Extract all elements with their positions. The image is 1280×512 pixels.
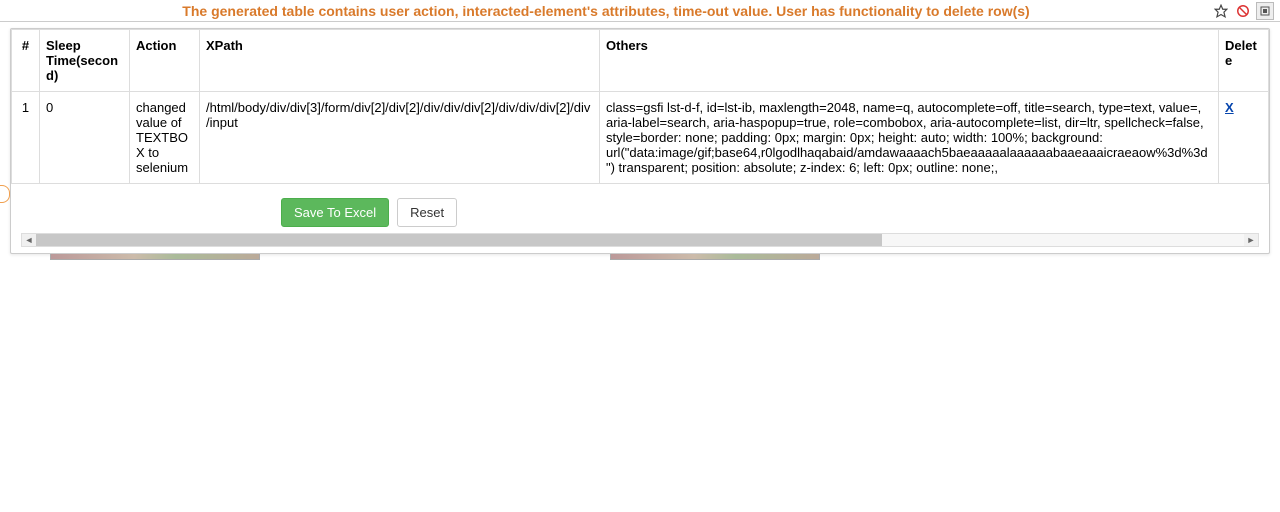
scroll-thumb[interactable] [36,234,882,246]
scroll-track[interactable] [36,234,1244,246]
col-others: Others [600,30,1219,92]
horizontal-scrollbar[interactable]: ◄ ► [21,233,1259,247]
col-sleep: Sleep Time(second) [40,30,130,92]
col-num: # [12,30,40,92]
col-delete: Delete [1219,30,1269,92]
cell-sleep: 0 [40,92,130,184]
topbar-icons [1206,2,1274,20]
stop-icon[interactable] [1234,2,1252,20]
table-header-row: # Sleep Time(second) Action XPath Others… [12,30,1269,92]
background-stub [610,254,820,260]
cell-delete: X [1219,92,1269,184]
col-action: Action [130,30,200,92]
button-row: Save To Excel Reset [11,184,1269,233]
browser-topbar: The generated table contains user action… [0,0,1280,22]
scroll-right-icon[interactable]: ► [1244,234,1258,246]
cell-xpath: /html/body/div/div[3]/form/div[2]/div[2]… [200,92,600,184]
scroll-left-icon[interactable]: ◄ [22,234,36,246]
reset-button[interactable]: Reset [397,198,457,227]
table-row: 1 0 changed value of TEXTBOX to selenium… [12,92,1269,184]
cell-action: changed value of TEXTBOX to selenium [130,92,200,184]
side-tab-icon[interactable] [0,185,10,203]
cell-num: 1 [12,92,40,184]
data-panel: # Sleep Time(second) Action XPath Others… [10,28,1270,254]
action-table: # Sleep Time(second) Action XPath Others… [11,29,1269,184]
col-xpath: XPath [200,30,600,92]
save-to-excel-button[interactable]: Save To Excel [281,198,389,227]
cell-others: class=gsfi lst-d-f, id=lst-ib, maxlength… [600,92,1219,184]
background-stub [50,254,260,260]
background-strip [10,254,1270,260]
extension-icon[interactable] [1256,2,1274,20]
delete-row-link[interactable]: X [1225,100,1234,115]
star-icon[interactable] [1212,2,1230,20]
page-title: The generated table contains user action… [6,3,1206,19]
